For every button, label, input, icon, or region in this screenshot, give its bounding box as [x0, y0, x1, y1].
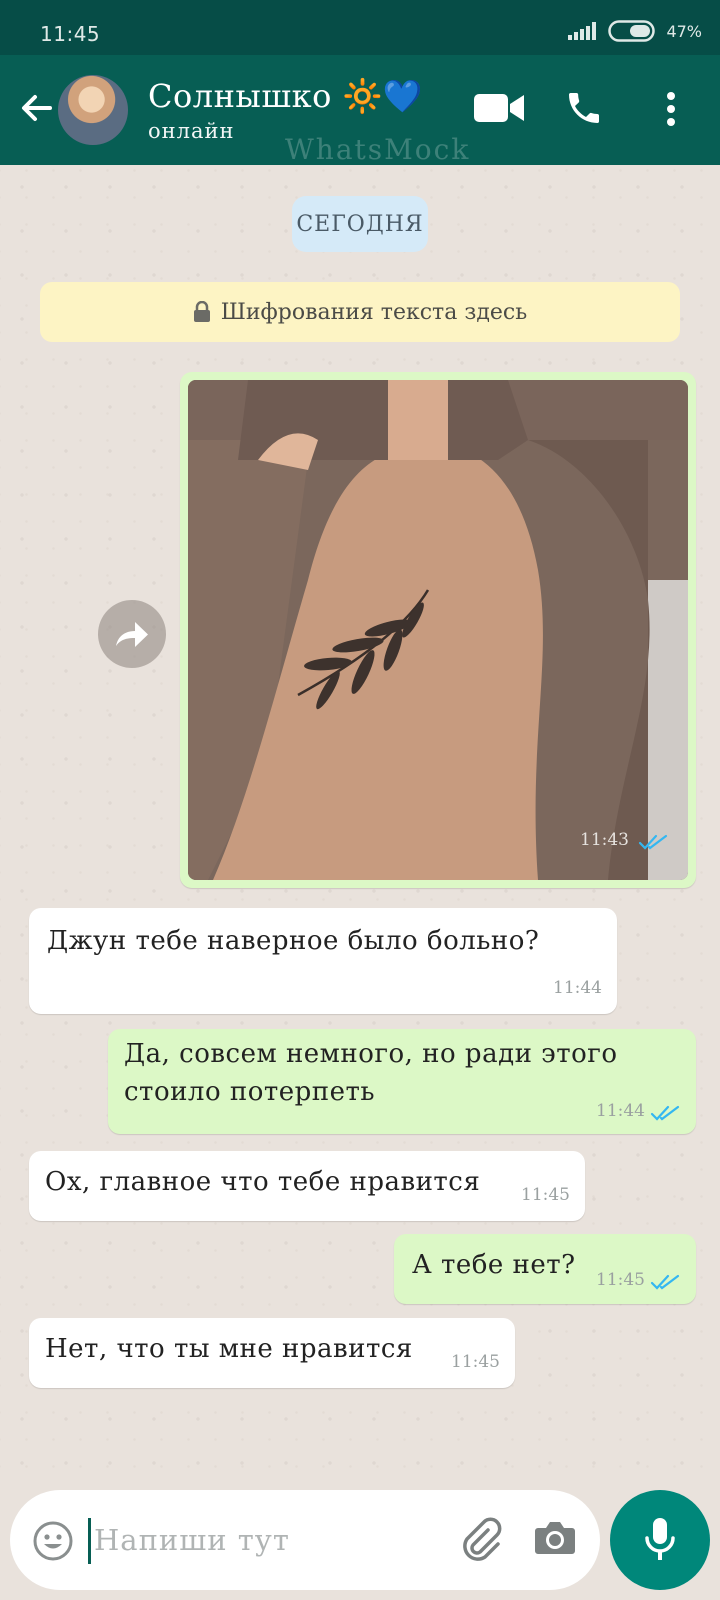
status-right: 47%	[568, 20, 702, 42]
status-bar: 11:45 47%	[0, 0, 720, 55]
lock-icon	[193, 301, 210, 322]
contact-status: онлайн	[148, 119, 235, 143]
message-time: 11:45	[596, 1270, 645, 1290]
contact-name[interactable]: Солнышко 🔆💙	[148, 77, 423, 115]
chat-area[interactable]: СЕГОДНЯ Шифрования текста здесь 11:43 Дж…	[0, 165, 720, 1485]
battery-level: 47%	[666, 21, 702, 41]
attach-icon[interactable]	[458, 1516, 504, 1562]
watermark: WhatsMock	[285, 133, 471, 166]
photo-image	[188, 380, 688, 880]
message-time: 11:45	[521, 1185, 570, 1205]
text-caret	[88, 1518, 91, 1564]
forward-icon	[116, 622, 148, 647]
message-text: А тебе нет?	[412, 1250, 576, 1280]
date-separator: СЕГОДНЯ	[292, 196, 428, 252]
double-check-icon	[650, 1274, 680, 1290]
camera-icon[interactable]	[534, 1520, 576, 1556]
double-check-icon	[638, 834, 668, 850]
incoming-message[interactable]: Джун тебе наверное было больно? 11:44	[29, 908, 617, 1014]
message-text: Да, совсем немного, но ради этого стоило…	[124, 1039, 618, 1107]
video-call-icon[interactable]	[474, 92, 524, 124]
incoming-message[interactable]: Нет, что ты мне нравится 11:45	[29, 1318, 515, 1388]
incoming-message[interactable]: Ох, главное что тебе нравится 11:45	[29, 1151, 585, 1221]
emoji-icon[interactable]	[32, 1520, 74, 1562]
mic-icon	[645, 1518, 675, 1560]
more-options-icon[interactable]	[665, 91, 677, 127]
image-message[interactable]: 11:43	[180, 372, 696, 888]
phone-icon[interactable]	[564, 88, 604, 128]
message-input-bar	[10, 1490, 600, 1590]
message-time: 11:45	[451, 1352, 500, 1372]
status-time: 11:45	[40, 22, 101, 46]
message-time: 11:44	[596, 1101, 645, 1121]
message-time: 11:44	[553, 978, 602, 998]
battery-icon	[608, 20, 656, 42]
forward-button[interactable]	[98, 600, 166, 668]
message-input[interactable]	[92, 1514, 446, 1566]
back-arrow-icon[interactable]	[16, 88, 56, 128]
double-check-icon	[650, 1105, 680, 1121]
signal-icon	[568, 22, 597, 40]
outgoing-message[interactable]: Да, совсем немного, но ради этого стоило…	[108, 1029, 696, 1134]
message-text: Джун тебе наверное было больно?	[47, 926, 540, 956]
message-photo[interactable]: 11:43	[188, 380, 688, 880]
message-time: 11:43	[580, 830, 629, 850]
outgoing-message[interactable]: А тебе нет? 11:45	[394, 1234, 696, 1304]
avatar[interactable]	[58, 75, 128, 145]
encryption-notice[interactable]: Шифрования текста здесь	[40, 282, 680, 342]
encryption-notice-text: Шифрования текста здесь	[220, 299, 528, 325]
chat-header: Солнышко 🔆💙 онлайн WhatsMock	[0, 55, 720, 166]
message-text: Нет, что ты мне нравится	[45, 1334, 413, 1364]
mic-button[interactable]	[610, 1490, 710, 1590]
message-text: Ох, главное что тебе нравится	[45, 1167, 481, 1197]
